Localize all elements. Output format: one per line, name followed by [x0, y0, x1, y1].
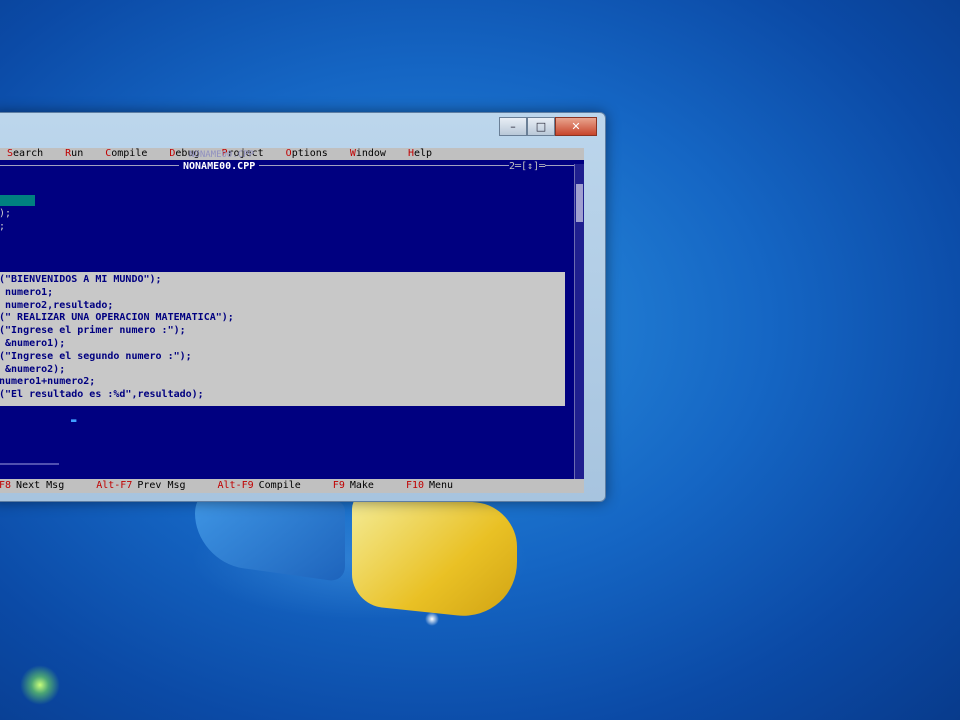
menu-help[interactable]: Help [400, 148, 446, 160]
scrollbar-thumb[interactable] [576, 184, 583, 222]
code-line: numero1+numero2; [0, 376, 96, 388]
maximize-button[interactable]: □ [527, 117, 555, 136]
code-line: ("El resultado es :%d",resultado); [0, 389, 204, 401]
editor-code[interactable]: ("BIENVENIDOS A MI MUNDO"); numero1; num… [0, 274, 565, 402]
editor-frame-top [0, 165, 574, 176]
code-line [0, 194, 559, 207]
background-window-title: NONAME00.CPP [189, 150, 255, 160]
status-next-msg[interactable]: F8 Next Msg [0, 479, 80, 493]
windows-logo-yellow-pane [352, 489, 517, 622]
console-area[interactable]: Search Run Compile Debug Project Options… [0, 148, 584, 493]
window-number[interactable]: 2═[↕]═ [509, 161, 546, 173]
close-button[interactable]: ✕ [555, 117, 597, 136]
menu-options[interactable]: Options [278, 148, 342, 160]
code-line: ("BIENVENIDOS A MI MUNDO"); [0, 274, 162, 285]
code-line: ("Ingrese el segundo numero :"); [0, 350, 192, 362]
highlighted-token [0, 195, 36, 206]
logo-glare [425, 612, 439, 626]
code-line: &numero2); [0, 363, 66, 375]
editor-frame-bottom [0, 463, 59, 465]
menu-window[interactable]: Window [342, 148, 400, 160]
turbo-cpp-window[interactable]: – □ ✕ Search Run Compile Debug Project O… [0, 112, 606, 502]
menu-run[interactable]: Run [57, 148, 97, 160]
code-line: &numero1); [0, 337, 66, 349]
code-line: numero1; [0, 286, 54, 298]
editor-top-code[interactable]: );; [0, 194, 559, 233]
status-make[interactable]: F9 Make [333, 479, 390, 493]
vertical-scrollbar[interactable] [574, 164, 584, 479]
menu-compile[interactable]: Compile [97, 148, 161, 160]
code-line: numero2,resultado; [0, 299, 114, 311]
text-cursor: ▬ [71, 416, 77, 426]
window-titlebar[interactable]: – □ ✕ [0, 113, 605, 143]
editor-filename: NONAME00.CPP [179, 161, 260, 173]
ide-statusbar: F8 Next Msg Alt-F7 Prev Msg Alt-F9 Compile … [0, 479, 584, 493]
code-line: ; [0, 220, 559, 233]
window-controls: – □ ✕ [499, 117, 597, 136]
status-prev-msg[interactable]: Alt-F7 Prev Msg [96, 479, 201, 493]
code-line: (" REALIZAR UNA OPERACION MATEMATICA"); [0, 312, 234, 324]
status-compile[interactable]: Alt-F9 Compile [218, 479, 317, 493]
ide-menubar: Search Run Compile Debug Project Options… [0, 148, 584, 160]
status-menu[interactable]: F10 Menu [406, 479, 469, 493]
code-line: ); [0, 208, 12, 219]
code-line: ("Ingrese el primer numero :"); [0, 325, 186, 337]
menu-search[interactable]: Search [0, 148, 57, 160]
minimize-button[interactable]: – [499, 117, 527, 136]
desktop-sparkle-icon [20, 665, 60, 705]
